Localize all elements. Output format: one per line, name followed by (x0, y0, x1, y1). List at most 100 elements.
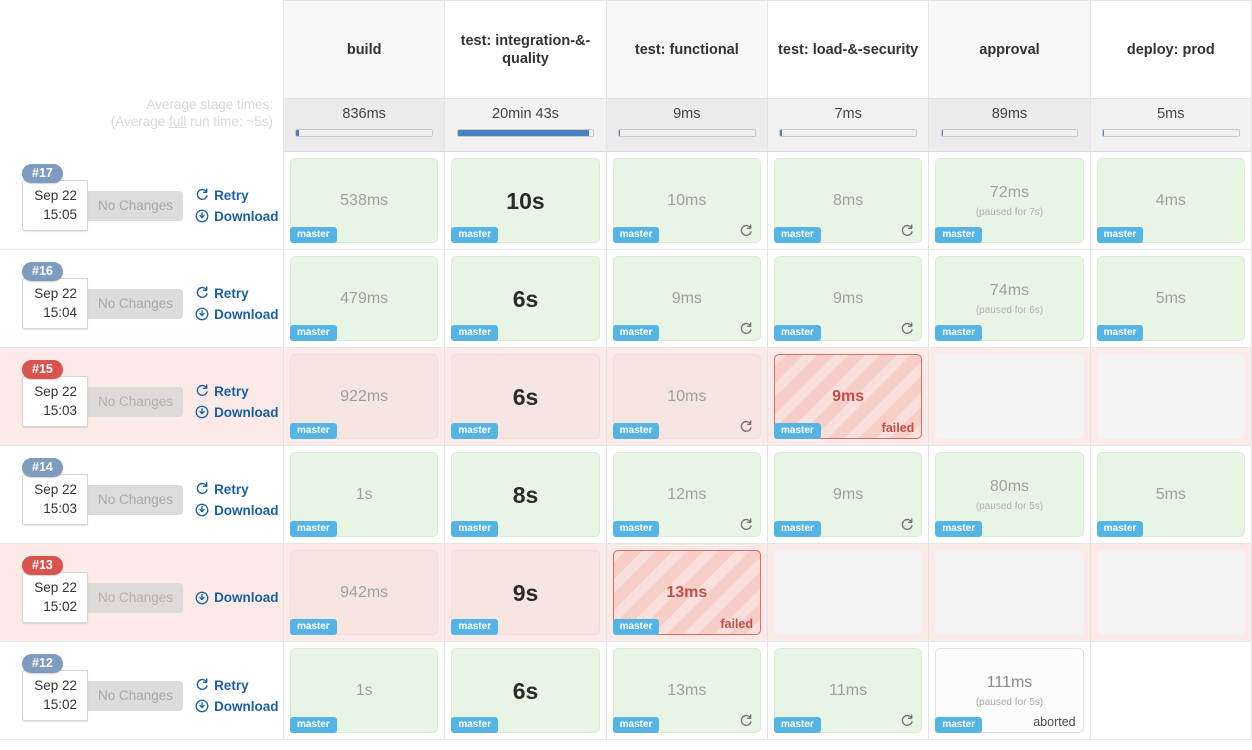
run-number-badge[interactable]: #16 (22, 262, 63, 281)
branch-badge[interactable]: master (612, 717, 660, 733)
stage-cell[interactable]: 12ms master (612, 452, 761, 537)
branch-badge[interactable]: master (451, 227, 499, 243)
retry-icon[interactable] (195, 678, 209, 692)
branch-badge[interactable]: master (290, 619, 337, 635)
branch-badge[interactable]: master (451, 423, 499, 439)
branch-badge[interactable]: master (612, 521, 660, 537)
no-changes-button[interactable]: No Changes (88, 386, 184, 417)
branch-badge[interactable]: master (612, 227, 660, 243)
branch-badge[interactable]: master (451, 717, 499, 733)
stage-title[interactable]: test: integration-&-quality (445, 0, 606, 98)
branch-badge[interactable]: master (1096, 521, 1144, 537)
stage-cell[interactable]: 922ms master (290, 354, 439, 439)
branch-badge[interactable]: master (290, 325, 337, 341)
download-link[interactable]: Download (195, 404, 279, 421)
stage-title[interactable]: approval (929, 0, 1090, 98)
stage-cell[interactable]: 5ms master (1096, 452, 1245, 537)
stage-retry-icon[interactable] (739, 322, 753, 336)
stage-retry-icon[interactable] (900, 518, 914, 532)
branch-badge[interactable]: master (773, 325, 821, 341)
stage-retry-icon[interactable] (900, 714, 914, 728)
no-changes-button[interactable]: No Changes (88, 582, 184, 613)
stage-cell[interactable]: 538ms master (290, 158, 439, 243)
retry-icon[interactable] (195, 286, 209, 300)
stage-title[interactable]: test: functional (606, 0, 767, 98)
stage-cell[interactable]: 11ms master (773, 648, 923, 733)
retry-icon[interactable] (195, 482, 209, 496)
retry-link[interactable]: Retry (195, 677, 279, 694)
stage-retry-icon[interactable] (739, 224, 753, 238)
branch-badge[interactable]: master (773, 423, 821, 439)
stage-cell[interactable]: 6s master (451, 256, 600, 341)
stage-cell[interactable]: 1s master (290, 648, 439, 733)
stage-title[interactable]: build (284, 0, 445, 98)
stage-cell[interactable]: 13ms master failed (612, 550, 761, 635)
branch-badge[interactable]: master (935, 325, 983, 341)
stage-cell[interactable]: 4ms master (1096, 158, 1245, 243)
branch-badge[interactable]: master (451, 619, 499, 635)
branch-badge[interactable]: master (773, 521, 821, 537)
stage-cell[interactable]: 9ms master (773, 256, 923, 341)
stage-retry-icon[interactable] (739, 420, 753, 434)
branch-badge[interactable]: master (773, 227, 821, 243)
branch-badge[interactable]: master (935, 717, 983, 733)
branch-badge[interactable]: master (612, 619, 660, 635)
retry-icon[interactable] (195, 384, 209, 398)
stage-cell[interactable]: 10ms master (612, 354, 761, 439)
branch-badge[interactable]: master (935, 521, 983, 537)
stage-cell[interactable]: 9ms master (773, 452, 923, 537)
no-changes-button[interactable]: No Changes (88, 484, 184, 515)
stage-cell[interactable]: 6s master (451, 648, 600, 733)
run-number-badge[interactable]: #17 (22, 164, 63, 183)
retry-link[interactable]: Retry (195, 187, 279, 204)
stage-cell[interactable]: 479ms master (290, 256, 439, 341)
stage-cell[interactable]: 8ms master (773, 158, 923, 243)
no-changes-button[interactable]: No Changes (88, 288, 184, 319)
branch-badge[interactable]: master (773, 717, 821, 733)
branch-badge[interactable]: master (290, 521, 337, 537)
stage-cell[interactable]: 72ms (paused for 7s) master (935, 158, 1084, 243)
branch-badge[interactable]: master (290, 717, 337, 733)
stage-cell[interactable]: 942ms master (290, 550, 439, 635)
stage-cell[interactable]: 9s master (451, 550, 600, 635)
stage-cell[interactable]: 8s master (451, 452, 600, 537)
retry-link[interactable]: Retry (195, 285, 279, 302)
branch-badge[interactable]: master (1096, 325, 1144, 341)
download-link[interactable]: Download (195, 589, 279, 606)
branch-badge[interactable]: master (935, 227, 983, 243)
stage-cell[interactable]: 5ms master (1096, 256, 1245, 341)
run-number-badge[interactable]: #13 (22, 556, 63, 575)
run-number-badge[interactable]: #14 (22, 458, 63, 477)
stage-cell[interactable]: 74ms (paused for 6s) master (935, 256, 1084, 341)
stage-retry-icon[interactable] (739, 714, 753, 728)
branch-badge[interactable]: master (290, 423, 337, 439)
stage-retry-icon[interactable] (900, 224, 914, 238)
stage-cell[interactable]: 6s master (451, 354, 600, 439)
download-link[interactable]: Download (195, 306, 279, 323)
branch-badge[interactable]: master (451, 325, 499, 341)
stage-cell[interactable]: 9ms master (612, 256, 761, 341)
branch-badge[interactable]: master (451, 521, 499, 537)
download-link[interactable]: Download (195, 698, 279, 715)
stage-title[interactable]: deploy: prod (1090, 0, 1251, 98)
stage-cell[interactable]: 1s master (290, 452, 439, 537)
download-link[interactable]: Download (195, 502, 279, 519)
stage-retry-icon[interactable] (739, 518, 753, 532)
stage-cell[interactable]: 80ms (paused for 5s) master (935, 452, 1084, 537)
stage-cell[interactable]: 13ms master (612, 648, 761, 733)
retry-icon[interactable] (195, 188, 209, 202)
stage-cell[interactable]: 10ms master (612, 158, 761, 243)
branch-badge[interactable]: master (290, 227, 337, 243)
stage-retry-icon[interactable] (900, 322, 914, 336)
download-link[interactable]: Download (195, 208, 279, 225)
branch-badge[interactable]: master (612, 423, 660, 439)
run-number-badge[interactable]: #15 (22, 360, 63, 379)
stage-cell[interactable]: 9ms master failed (773, 354, 923, 439)
no-changes-button[interactable]: No Changes (88, 190, 184, 221)
no-changes-button[interactable]: No Changes (88, 680, 184, 711)
run-number-badge[interactable]: #12 (22, 654, 63, 673)
branch-badge[interactable]: master (1096, 227, 1144, 243)
stage-cell[interactable]: 10s master (451, 158, 600, 243)
branch-badge[interactable]: master (612, 325, 660, 341)
retry-link[interactable]: Retry (195, 481, 279, 498)
